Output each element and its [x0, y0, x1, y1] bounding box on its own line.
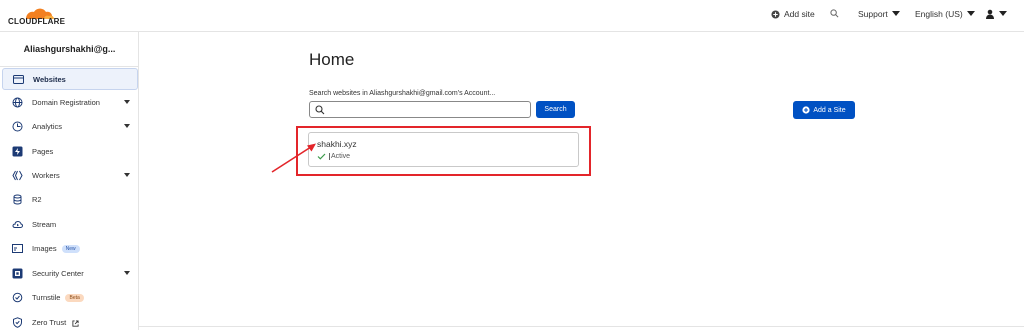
- search-label: Search websites in Aliashgurshakhi@gmail…: [309, 90, 496, 97]
- top-bar: CLOUDFLARE Add site Support English (US): [0, 0, 1024, 32]
- sidebar: Aliashgurshakhi@g... Websites Domain Reg…: [0, 32, 139, 330]
- sidebar-item-label: Stream: [32, 220, 57, 229]
- search-input[interactable]: [309, 101, 531, 118]
- sidebar-item-label: Workers: [32, 171, 60, 180]
- search-icon: [315, 105, 325, 115]
- sidebar-item-images-text: Images: [32, 244, 57, 253]
- sidebar-item-zero-trust-text: Zero Trust: [32, 318, 67, 327]
- sidebar-item-turnstile[interactable]: Turnstile Beta: [2, 287, 138, 309]
- plus-circle-icon: [802, 106, 810, 114]
- shield-icon: [13, 317, 22, 328]
- chevron-down-icon: [124, 100, 130, 104]
- external-link-icon: [72, 319, 79, 327]
- divider: [0, 66, 139, 67]
- sidebar-item-workers[interactable]: Workers: [2, 165, 138, 187]
- globe-icon: [12, 97, 23, 108]
- chevron-down-icon: [891, 11, 900, 16]
- sidebar-item-label: Turnstile Beta: [32, 293, 84, 303]
- language-label: English (US): [915, 9, 963, 19]
- security-icon: [12, 268, 23, 279]
- beta-badge: Beta: [65, 294, 84, 303]
- image-icon: [12, 244, 23, 253]
- brand-name: CLOUDFLARE: [8, 17, 66, 26]
- sidebar-item-label: Images New: [32, 244, 80, 254]
- add-site-label: Add site: [784, 9, 815, 19]
- add-a-site-label: Add a Site: [813, 106, 846, 114]
- add-site-link[interactable]: Add site: [771, 9, 815, 19]
- sidebar-item-label: Zero Trust: [32, 318, 79, 327]
- sidebar-item-analytics[interactable]: Analytics: [2, 116, 138, 138]
- sidebar-item-label: Websites: [33, 75, 66, 84]
- sidebar-item-domain-registration[interactable]: Domain Registration: [2, 92, 138, 114]
- lightning-icon: [12, 146, 23, 157]
- sidebar-item-r2[interactable]: R2: [2, 189, 138, 211]
- account-name[interactable]: Aliashgurshakhi@g...: [0, 44, 139, 54]
- workers-icon: [12, 170, 23, 181]
- turnstile-icon: [12, 292, 23, 303]
- sidebar-item-label: Domain Registration: [32, 98, 100, 107]
- cloud-icon: [12, 220, 23, 228]
- add-a-site-button[interactable]: Add a Site: [793, 101, 855, 119]
- site-status-label: Active: [329, 153, 351, 160]
- sidebar-item-websites[interactable]: Websites: [2, 68, 138, 90]
- sidebar-item-label: Analytics: [32, 122, 63, 131]
- chevron-down-icon: [999, 11, 1007, 16]
- database-icon: [13, 194, 22, 205]
- chevron-down-icon: [966, 11, 975, 16]
- annotation-arrow: [271, 143, 316, 173]
- divider: [139, 326, 1024, 327]
- chevron-down-icon: [124, 271, 130, 275]
- search-icon: [830, 9, 839, 18]
- sidebar-item-security-center[interactable]: Security Center: [2, 263, 138, 285]
- search-button-top[interactable]: [830, 9, 839, 18]
- new-badge: New: [61, 245, 80, 254]
- support-label: Support: [858, 9, 888, 19]
- sidebar-item-label: Pages: [32, 147, 54, 156]
- plus-circle-icon: [771, 9, 780, 19]
- site-status: Active: [317, 153, 350, 160]
- sidebar-item-label: Security Center: [32, 269, 84, 278]
- language-menu[interactable]: English (US): [915, 9, 975, 19]
- sidebar-item-turnstile-text: Turnstile: [32, 293, 61, 302]
- sidebar-item-stream[interactable]: Stream: [2, 214, 138, 236]
- sidebar-item-label: R2: [32, 195, 42, 204]
- user-icon: [986, 9, 994, 19]
- site-card[interactable]: shakhi.xyz Active: [308, 132, 579, 167]
- support-menu[interactable]: Support: [858, 9, 900, 19]
- sidebar-item-images[interactable]: Images New: [2, 238, 138, 260]
- chevron-down-icon: [124, 124, 130, 128]
- sidebar-item-zero-trust[interactable]: Zero Trust: [2, 312, 138, 330]
- sidebar-item-pages[interactable]: Pages: [2, 141, 138, 163]
- page-title: Home: [309, 50, 355, 69]
- search-button[interactable]: Search: [536, 101, 575, 118]
- chevron-down-icon: [124, 173, 130, 177]
- clock-chart-icon: [12, 121, 23, 132]
- browser-window-icon: [13, 75, 24, 84]
- user-menu[interactable]: [985, 9, 1007, 19]
- site-name[interactable]: shakhi.xyz: [317, 139, 357, 149]
